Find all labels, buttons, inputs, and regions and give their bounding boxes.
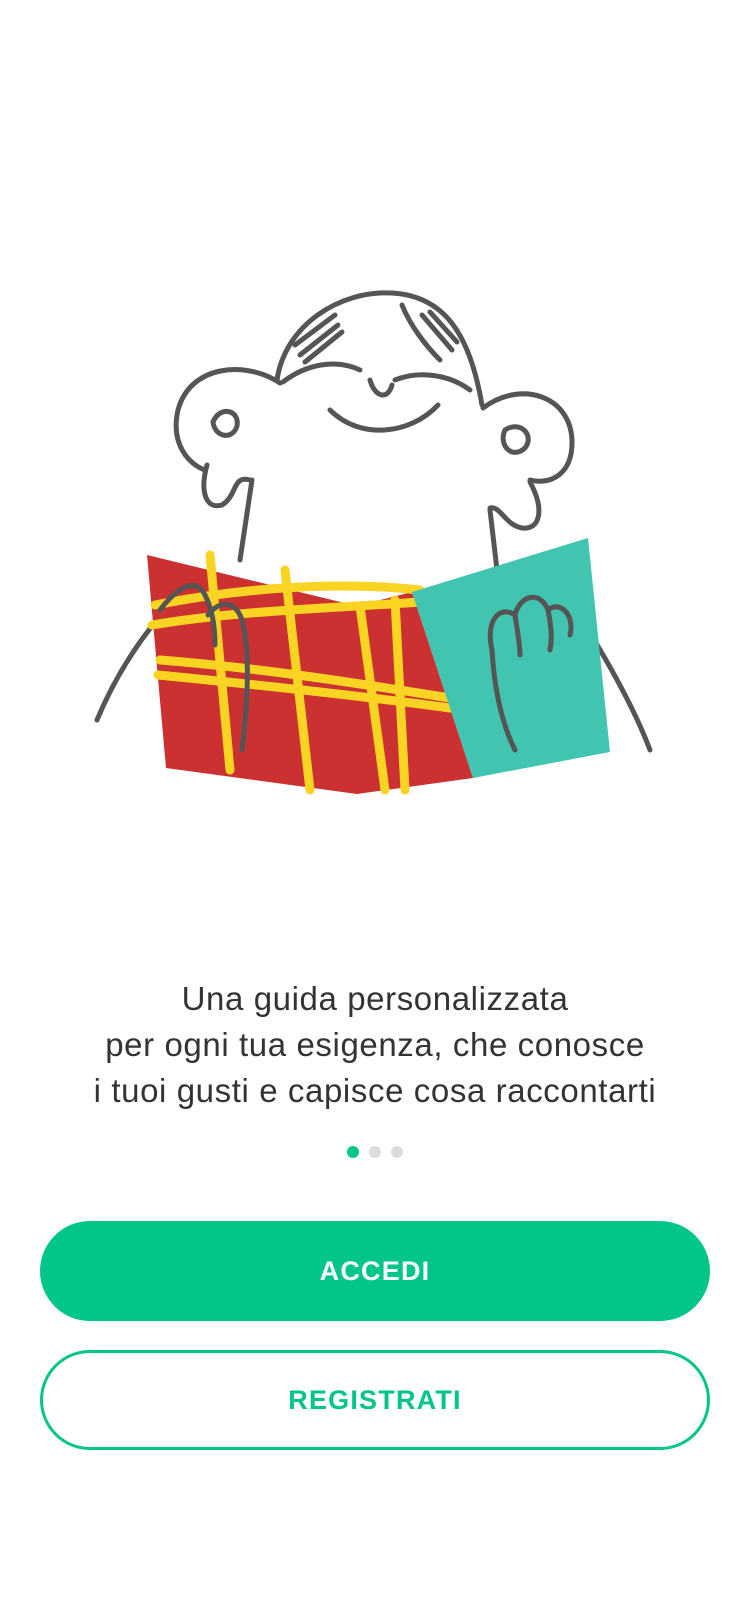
page-dot[interactable] <box>369 1146 381 1158</box>
login-button[interactable]: ACCEDI <box>40 1221 710 1321</box>
tagline-line: Una guida personalizzata <box>181 980 569 1017</box>
page-indicator <box>0 1146 750 1158</box>
tagline-line: i tuoi gusti e capisce cosa raccontarti <box>93 1072 657 1109</box>
page-dot[interactable] <box>391 1146 403 1158</box>
reading-person-illustration <box>0 270 750 830</box>
tagline-line: per ogni tua esigenza, che conosce <box>105 1026 645 1063</box>
register-button[interactable]: REGISTRATI <box>40 1350 710 1450</box>
reading-person-icon <box>94 290 653 795</box>
onboarding-tagline: Una guida personalizzata per ogni tua es… <box>0 976 750 1114</box>
onboarding-screen: Una guida personalizzata per ogni tua es… <box>0 0 750 1624</box>
page-dot-active[interactable] <box>347 1146 359 1158</box>
